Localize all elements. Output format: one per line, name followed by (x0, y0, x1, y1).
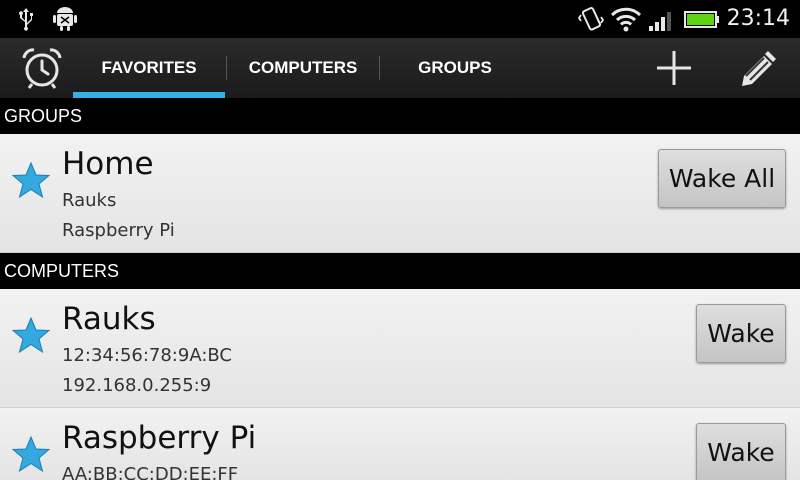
item-detail: Rauks (62, 190, 117, 211)
item-title: Raspberry Pi (62, 420, 257, 456)
list-item[interactable]: Home Rauks Raspberry Pi Wake All (0, 134, 800, 253)
status-bar: 23:14 (0, 0, 800, 38)
battery-icon (684, 11, 719, 28)
section-header-groups: GROUPS (0, 98, 800, 134)
vibrate-icon (578, 7, 604, 31)
item-title: Rauks (62, 301, 156, 337)
wifi-icon (610, 7, 642, 32)
item-detail: Raspberry Pi (62, 220, 175, 241)
tab-favorites[interactable]: FAVORITES (73, 38, 225, 98)
item-detail: 192.168.0.255:9 (62, 375, 212, 396)
tab-groups-label: GROUPS (418, 58, 492, 77)
alarm-clock-icon[interactable] (20, 46, 64, 90)
clock: 23:14 (726, 6, 790, 31)
tab-computers-label: COMPUTERS (248, 58, 358, 77)
section-header-computers: COMPUTERS (0, 253, 800, 289)
usb-icon (19, 8, 33, 31)
item-title: Home (62, 146, 154, 182)
tab-computers[interactable]: COMPUTERS (227, 38, 379, 98)
item-detail: 12:34:56:78:9A:BC (62, 345, 232, 366)
action-bar: FAVORITES COMPUTERS GROUPS (0, 38, 800, 98)
list-item[interactable]: Rauks 12:34:56:78:9A:BC 192.168.0.255:9 … (0, 289, 800, 408)
item-detail: AA:BB:CC:DD:EE:FF (62, 464, 239, 480)
wake-all-button[interactable]: Wake All (658, 149, 786, 208)
star-icon[interactable] (12, 317, 50, 353)
tab-groups[interactable]: GROUPS (380, 38, 530, 98)
android-debug-icon (53, 7, 77, 31)
star-icon[interactable] (12, 436, 50, 472)
edit-icon[interactable] (736, 46, 780, 90)
tab-favorites-label: FAVORITES (101, 58, 197, 77)
star-icon[interactable] (12, 162, 50, 198)
signal-icon (649, 12, 671, 31)
add-icon[interactable] (652, 46, 696, 90)
wake-button[interactable]: Wake (696, 304, 786, 363)
section-header-label: GROUPS (4, 105, 83, 126)
wake-button[interactable]: Wake (696, 423, 786, 480)
list-item[interactable]: Raspberry Pi AA:BB:CC:DD:EE:FF Wake (0, 408, 800, 480)
section-header-label: COMPUTERS (4, 260, 120, 281)
